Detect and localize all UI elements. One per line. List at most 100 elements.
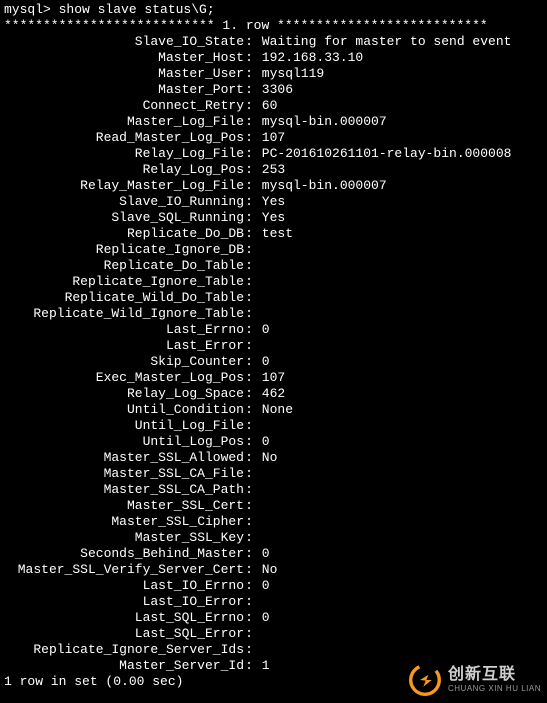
status-value	[254, 594, 262, 610]
colon-separator: :	[244, 146, 254, 162]
colon-separator: :	[244, 418, 254, 434]
status-row: Master_Port: 3306	[4, 82, 543, 98]
status-row: Master_SSL_Verify_Server_Cert: No	[4, 562, 543, 578]
status-row: Until_Log_Pos: 0	[4, 434, 543, 450]
status-label: Until_Condition	[4, 402, 244, 418]
colon-separator: :	[244, 226, 254, 242]
status-label: Slave_SQL_Running	[4, 210, 244, 226]
status-value	[254, 642, 262, 658]
status-label: Slave_IO_Running	[4, 194, 244, 210]
colon-separator: :	[244, 482, 254, 498]
status-row: Until_Condition: None	[4, 402, 543, 418]
status-row: Slave_IO_Running: Yes	[4, 194, 543, 210]
colon-separator: :	[244, 658, 254, 674]
status-row: Skip_Counter: 0	[4, 354, 543, 370]
status-label: Last_SQL_Errno	[4, 610, 244, 626]
status-value: No	[254, 562, 277, 578]
status-row: Master_SSL_CA_File:	[4, 466, 543, 482]
status-row: Master_SSL_Key:	[4, 530, 543, 546]
colon-separator: :	[244, 162, 254, 178]
colon-separator: :	[244, 258, 254, 274]
status-row: Master_SSL_Allowed: No	[4, 450, 543, 466]
status-value: 0	[254, 578, 270, 594]
status-row: Replicate_Wild_Do_Table:	[4, 290, 543, 306]
status-label: Replicate_Ignore_Server_Ids	[4, 642, 244, 658]
status-label: Relay_Master_Log_File	[4, 178, 244, 194]
status-row: Until_Log_File:	[4, 418, 543, 434]
status-row: Seconds_Behind_Master: 0	[4, 546, 543, 562]
status-value	[254, 466, 262, 482]
row-separator: *************************** 1. row *****…	[4, 18, 543, 34]
status-value: 192.168.33.10	[254, 50, 363, 66]
status-label: Master_Port	[4, 82, 244, 98]
status-label: Relay_Log_Pos	[4, 162, 244, 178]
status-value: 0	[254, 610, 270, 626]
status-row: Replicate_Do_Table:	[4, 258, 543, 274]
status-label: Seconds_Behind_Master	[4, 546, 244, 562]
status-row: Replicate_Wild_Ignore_Table:	[4, 306, 543, 322]
status-fields: Slave_IO_State: Waiting for master to se…	[4, 34, 543, 674]
colon-separator: :	[244, 402, 254, 418]
status-label: Replicate_Ignore_DB	[4, 242, 244, 258]
colon-separator: :	[244, 546, 254, 562]
colon-separator: :	[244, 338, 254, 354]
colon-separator: :	[244, 242, 254, 258]
status-value: 107	[254, 130, 285, 146]
colon-separator: :	[244, 354, 254, 370]
status-value	[254, 498, 262, 514]
status-value: mysql-bin.000007	[254, 114, 387, 130]
status-label: Connect_Retry	[4, 98, 244, 114]
colon-separator: :	[244, 322, 254, 338]
status-label: Last_Error	[4, 338, 244, 354]
status-value	[254, 306, 262, 322]
status-label: Master_SSL_Verify_Server_Cert	[4, 562, 244, 578]
status-value: 0	[254, 434, 270, 450]
status-label: Master_SSL_Key	[4, 530, 244, 546]
colon-separator: :	[244, 370, 254, 386]
status-row: Slave_SQL_Running: Yes	[4, 210, 543, 226]
status-label: Master_SSL_CA_Path	[4, 482, 244, 498]
status-row: Relay_Master_Log_File: mysql-bin.000007	[4, 178, 543, 194]
command-prompt-line[interactable]: mysql> show slave status\G;	[4, 2, 543, 18]
colon-separator: :	[244, 210, 254, 226]
status-value: No	[254, 450, 277, 466]
status-value: mysql119	[254, 66, 324, 82]
status-label: Last_IO_Errno	[4, 578, 244, 594]
status-value: 3306	[254, 82, 293, 98]
status-value	[254, 290, 262, 306]
colon-separator: :	[244, 114, 254, 130]
status-value: PC-201610261101-relay-bin.000008	[254, 146, 511, 162]
status-label: Replicate_Ignore_Table	[4, 274, 244, 290]
status-label: Replicate_Wild_Do_Table	[4, 290, 244, 306]
status-row: Master_User: mysql119	[4, 66, 543, 82]
status-row: Last_SQL_Error:	[4, 626, 543, 642]
status-row: Connect_Retry: 60	[4, 98, 543, 114]
colon-separator: :	[244, 450, 254, 466]
status-row: Exec_Master_Log_Pos: 107	[4, 370, 543, 386]
status-row: Master_SSL_CA_Path:	[4, 482, 543, 498]
status-value: 0	[254, 354, 270, 370]
status-row: Master_Log_File: mysql-bin.000007	[4, 114, 543, 130]
status-row: Replicate_Ignore_Server_Ids:	[4, 642, 543, 658]
colon-separator: :	[244, 434, 254, 450]
status-label: Until_Log_Pos	[4, 434, 244, 450]
status-row: Replicate_Do_DB: test	[4, 226, 543, 242]
colon-separator: :	[244, 130, 254, 146]
status-label: Master_SSL_CA_File	[4, 466, 244, 482]
status-row: Replicate_Ignore_Table:	[4, 274, 543, 290]
status-value	[254, 258, 262, 274]
status-label: Master_Server_Id	[4, 658, 244, 674]
colon-separator: :	[244, 178, 254, 194]
status-value: test	[254, 226, 293, 242]
colon-separator: :	[244, 514, 254, 530]
status-label: Master_Log_File	[4, 114, 244, 130]
status-label: Until_Log_File	[4, 418, 244, 434]
colon-separator: :	[244, 386, 254, 402]
status-row: Relay_Log_Space: 462	[4, 386, 543, 402]
colon-separator: :	[244, 306, 254, 322]
status-label: Master_SSL_Cipher	[4, 514, 244, 530]
status-label: Master_SSL_Allowed	[4, 450, 244, 466]
status-label: Master_User	[4, 66, 244, 82]
colon-separator: :	[244, 274, 254, 290]
status-value: Yes	[254, 210, 285, 226]
